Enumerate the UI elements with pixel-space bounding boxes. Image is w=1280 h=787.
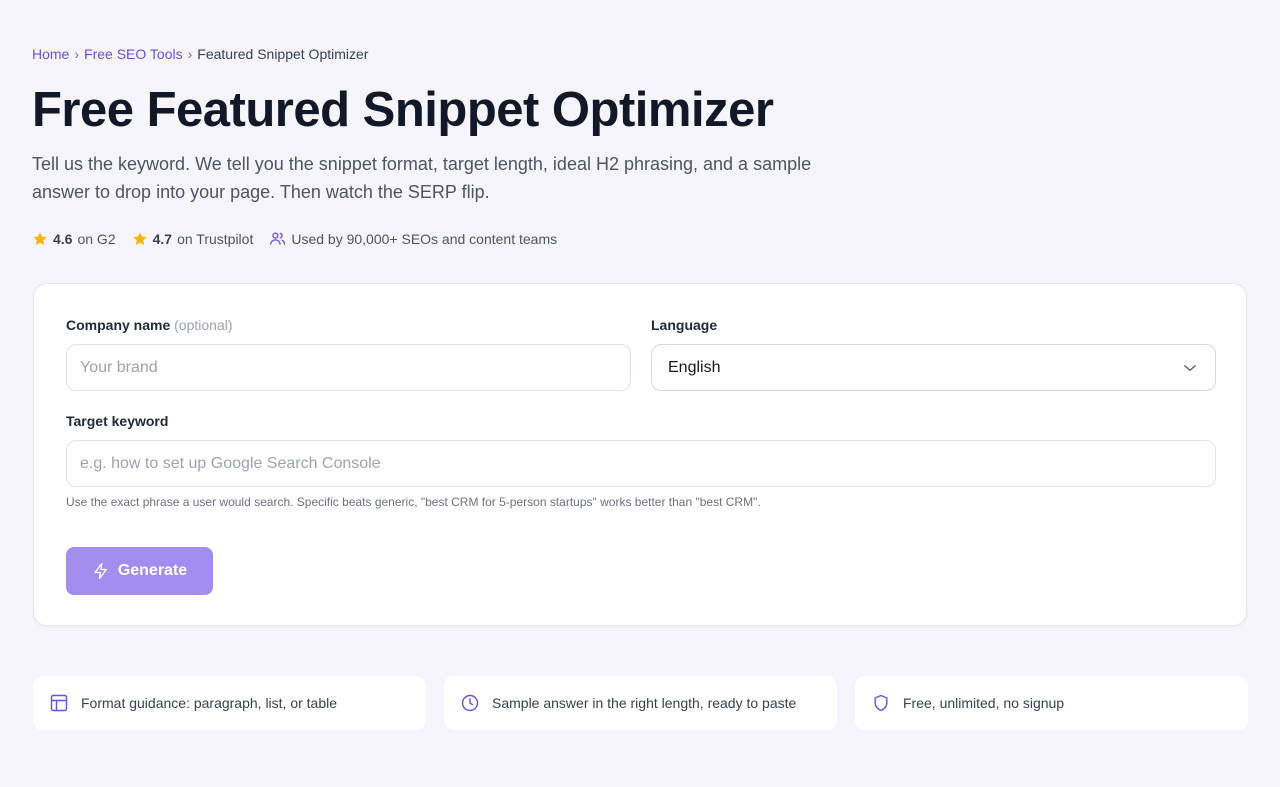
language-label: Language: [651, 317, 718, 333]
breadcrumb: Home › Free SEO Tools › Featured Snippet…: [32, 46, 368, 62]
language-selected-value: English: [668, 358, 721, 376]
trustpilot-rating: 4.7 on Trustpilot: [132, 230, 254, 247]
breadcrumb-home-link[interactable]: Home: [32, 46, 69, 62]
language-select[interactable]: English: [651, 344, 1216, 391]
g2-label: on G2: [77, 230, 116, 247]
g2-score: 4.6: [53, 230, 73, 247]
ratings-bar: 4.6 on G2 4.7 on Trustpilot Used by 90,0…: [32, 230, 557, 247]
breadcrumb-separator: ›: [74, 46, 80, 62]
keyword-hint: Use the exact phrase a user would search…: [66, 495, 761, 509]
target-keyword-placeholder: e.g. how to set up Google Search Console: [80, 454, 381, 472]
company-name-label: Company name (optional): [66, 317, 233, 333]
feature-item-free: Free, unlimited, no signup: [855, 676, 1248, 730]
trustpilot-label: on Trustpilot: [177, 230, 254, 247]
page: Home › Free SEO Tools › Featured Snippet…: [0, 0, 1280, 787]
company-name-label-text: Company name: [66, 317, 171, 333]
target-keyword-input[interactable]: e.g. how to set up Google Search Console: [66, 440, 1216, 487]
layout-icon: [50, 694, 68, 712]
breadcrumb-current: Featured Snippet Optimizer: [197, 46, 369, 62]
chevron-down-icon: [1184, 364, 1196, 371]
page-title: Free Featured Snippet Optimizer: [32, 83, 774, 137]
feature-item-sample: Sample answer in the right length, ready…: [444, 676, 837, 730]
optional-tag: (optional): [174, 317, 233, 333]
users-text: Used by 90,000+ SEOs and content teams: [291, 230, 558, 247]
breadcrumb-tools-link[interactable]: Free SEO Tools: [84, 46, 183, 62]
company-name-input[interactable]: Your brand: [66, 344, 631, 391]
users-count: Used by 90,000+ SEOs and content teams: [269, 230, 557, 247]
page-subtitle: Tell us the keyword. We tell you the sni…: [32, 154, 812, 202]
feature-text: Sample answer in the right length, ready…: [492, 695, 797, 711]
target-keyword-label: Target keyword: [66, 413, 169, 429]
generate-button-label: Generate: [117, 562, 188, 579]
star-icon: [33, 231, 47, 245]
trustpilot-score: 4.7: [152, 230, 173, 247]
company-name-placeholder: Your brand: [80, 358, 158, 376]
users-icon: [270, 232, 286, 245]
feature-text: Free, unlimited, no signup: [903, 695, 1065, 711]
feature-text: Format guidance: paragraph, list, or tab…: [81, 695, 338, 711]
star-icon: [132, 231, 147, 245]
lightning-icon: [94, 562, 107, 580]
g2-rating: 4.6 on G2: [32, 231, 116, 247]
generate-button[interactable]: Generate: [66, 547, 213, 595]
feature-item-format: Format guidance: paragraph, list, or tab…: [33, 676, 426, 730]
generator-form-card: Company name (optional) Your brand Langu…: [33, 283, 1247, 626]
clock-icon: [461, 694, 479, 712]
breadcrumb-separator: ›: [187, 46, 193, 62]
shield-icon: [874, 694, 888, 712]
feature-list: Format guidance: paragraph, list, or tab…: [33, 676, 1248, 730]
